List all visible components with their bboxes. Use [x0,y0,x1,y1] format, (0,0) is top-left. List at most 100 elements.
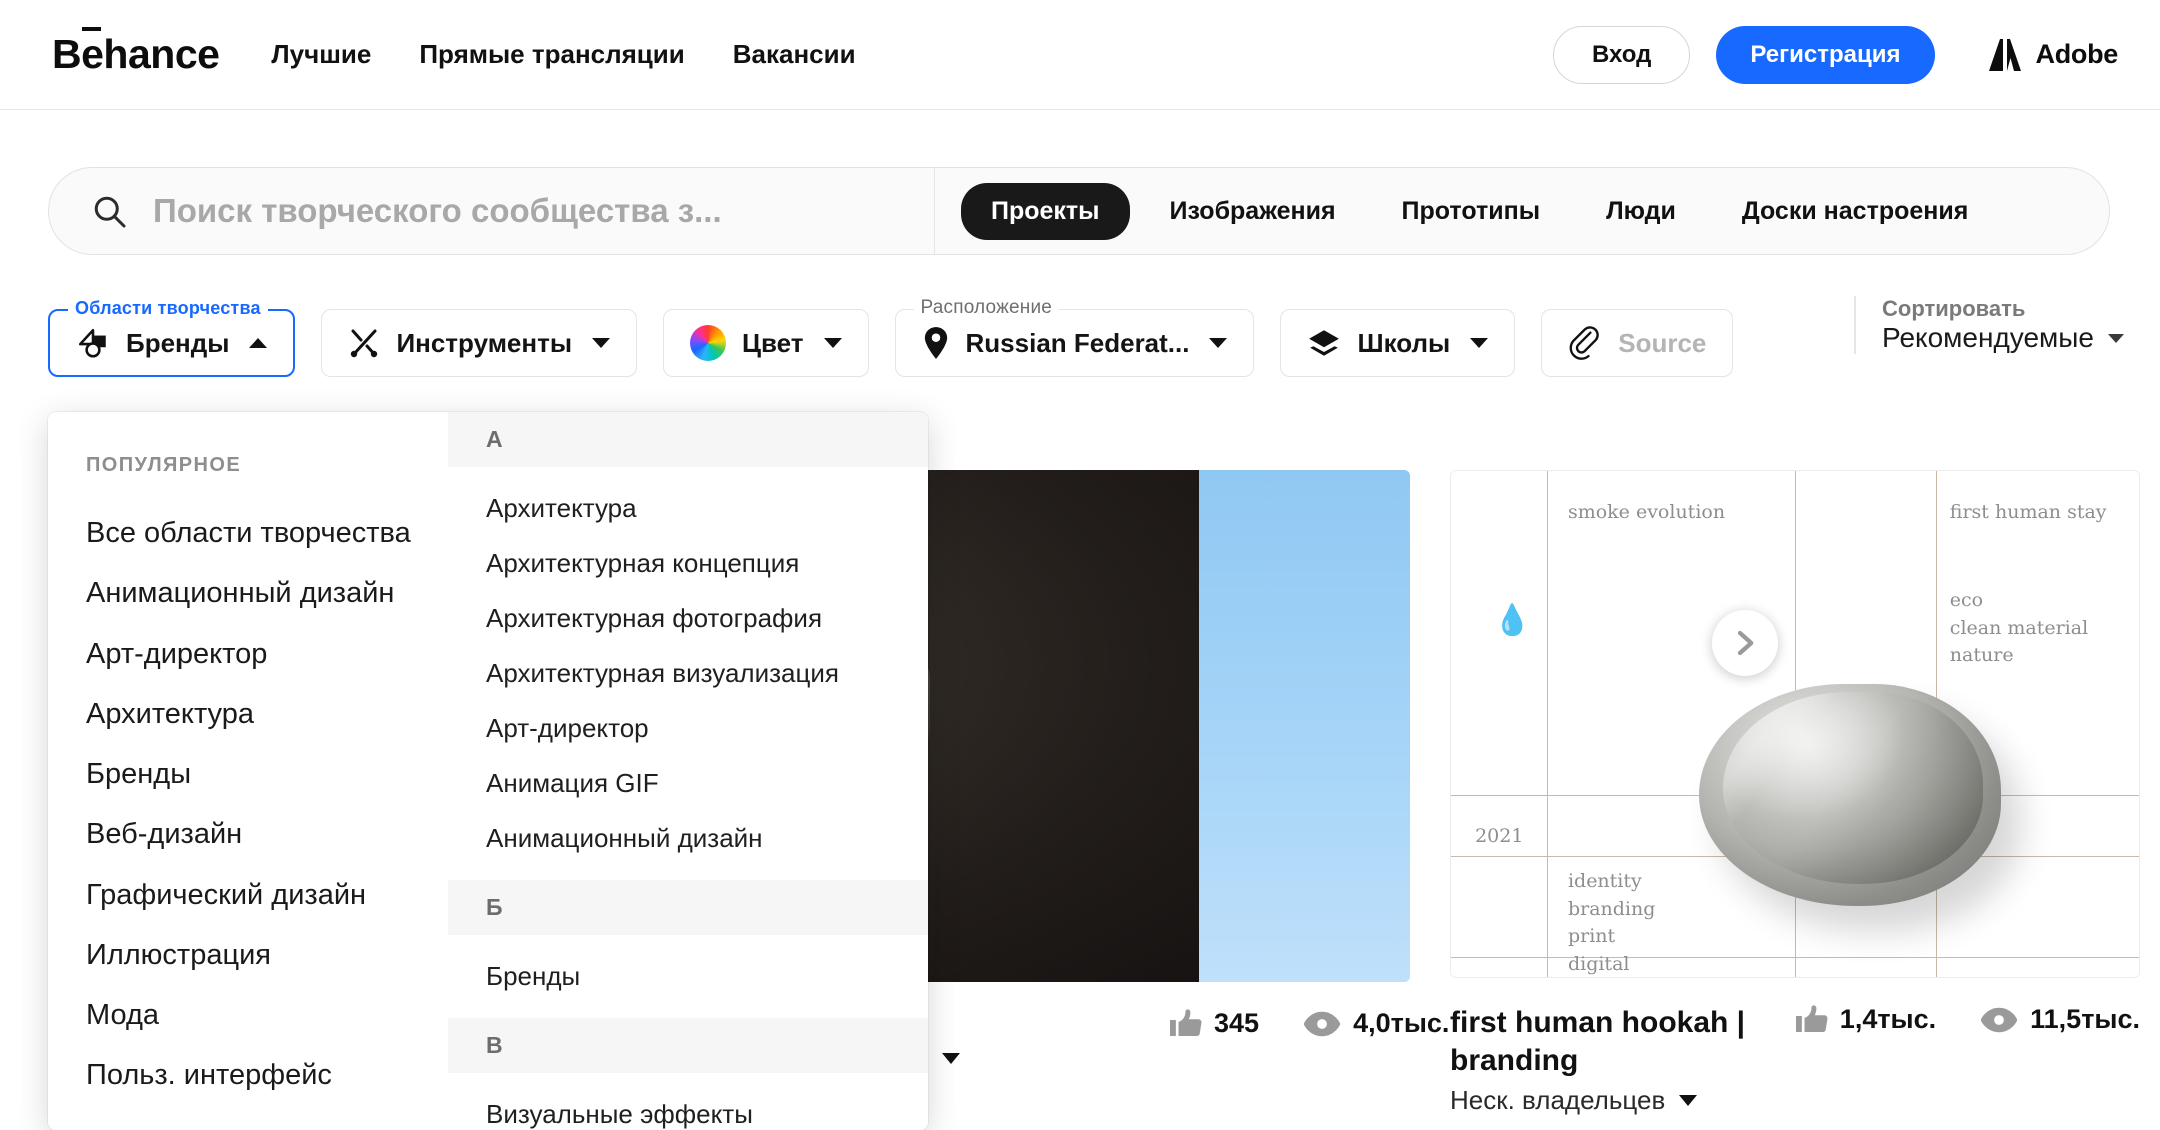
dropdown-item-architecture[interactable]: Архитектура [86,684,448,744]
card-text-block: first human hookah | branding Неск. влад… [1450,978,1796,1116]
top-navigation-bar: Be hance Лучшие Прямые трансляции Ваканси… [0,0,2160,110]
logo-text-e: e [81,27,104,77]
search-bar: Поиск творческого сообщества з... Проект… [48,167,2110,255]
chevron-down-icon [1679,1094,1698,1106]
tab-moodboards[interactable]: Доски настроения [1716,183,1994,240]
project-title[interactable]: first human hookah | branding [1450,1004,1776,1081]
creative-fields-dropdown: ПОПУЛЯРНОЕ Все области творчества Анимац… [48,412,928,1130]
filter-location-label: Russian Federat... [965,327,1190,358]
views-count: 11,5тыс. [2030,1004,2140,1034]
filter-source[interactable]: Source [1541,309,1734,377]
dropdown-item-graphic-design[interactable]: Графический дизайн [86,865,448,925]
filter-tools[interactable]: Инструменты [321,309,638,377]
filter-source-label: Source [1618,327,1707,358]
dropdown-sub-motion-design[interactable]: Анимационный дизайн [448,811,928,866]
dropdown-sub-vfx[interactable]: Визуальные эффекты [448,1087,928,1130]
search-input-zone[interactable]: Поиск творческого сообщества з... [49,168,935,254]
signup-button[interactable]: Регистрация [1716,25,1935,84]
project-owner-name: Неск. владельцев [1450,1084,1666,1115]
dropdown-item-ui[interactable]: Польз. интерфейс [86,1045,448,1105]
tab-projects[interactable]: Проекты [961,182,1130,240]
filters-next-button[interactable] [1712,610,1778,676]
grid-line [1451,956,2139,958]
dropdown-item-motion-design[interactable]: Анимационный дизайн [86,563,448,623]
likes-count: 345 [1214,1008,1260,1038]
eye-icon [1303,1011,1341,1036]
search-icon [94,196,126,228]
nav-link-best[interactable]: Лучшие [271,39,371,70]
filter-creative-fields-label: Бренды [126,327,230,358]
views-metric: 11,5тыс. [1980,1004,2140,1035]
tab-prototypes[interactable]: Прототипы [1376,183,1567,240]
creative-fields-icon [78,328,106,358]
artwork-label-eco: eco clean material nature [1949,589,2089,667]
dropdown-sub-gif-animation[interactable]: Анимация GIF [448,756,928,811]
project-stats: 345 4,0тыс. [1170,1008,1449,1039]
chevron-down-icon [823,338,842,348]
filter-color[interactable]: Цвет [663,309,869,377]
views-count: 4,0тыс. [1353,1008,1450,1038]
tab-people[interactable]: Люди [1580,183,1702,240]
behance-logo[interactable]: Be hance [52,27,220,78]
artwork-label-smoke-evolution: smoke evolution [1567,500,1726,523]
dropdown-sub-architectural-photography[interactable]: Архитектурная фотография [448,591,928,646]
likes-metric: 1,4тыс. [1795,1004,1936,1035]
chevron-down-icon [942,1053,961,1064]
dropdown-item-branding[interactable]: Бренды [86,744,448,804]
search-input[interactable]: Поиск творческого сообщества з... [153,192,722,230]
nav-link-livestreams[interactable]: Прямые трансляции [419,39,684,70]
tools-icon [351,329,378,358]
color-wheel-icon [690,325,727,361]
primary-nav-links: Лучшие Прямые трансляции Вакансии [271,39,855,70]
chevron-down-icon [592,338,611,348]
project-owner[interactable]: Неск. владельцев [1450,1085,1776,1116]
dropdown-sub-architectural-concept[interactable]: Архитектурная концепция [448,536,928,591]
project-thumbnail[interactable]: 💧 smoke evolution first human stay eco c… [1450,470,2140,978]
logo-text-rest: hance [103,31,220,77]
dropdown-sub-architecture[interactable]: Архитектура [448,481,928,536]
artwork-rock-grid: 💧 smoke evolution first human stay eco c… [1451,471,2139,977]
artwork-label-year: 2021 [1475,824,1524,847]
dropdown-item-illustration[interactable]: Иллюстрация [86,925,448,985]
dropdown-item-art-direction[interactable]: Арт-директор [86,624,448,684]
account-actions: Вход Регистрация Adobe [1553,25,2118,84]
dropdown-sub-architectural-visualization[interactable]: Архитектурная визуализация [448,646,928,701]
project-stats: 1,4тыс. 11,5тыс. [1795,1004,2140,1035]
artwork-label-disciplines: identity branding print digital [1567,870,1656,975]
dropdown-popular-column: ПОПУЛЯРНОЕ Все области творчества Анимац… [48,412,448,1130]
artwork-label-first-human-stay: first human stay [1949,500,2107,523]
filter-bar: Области творчества Бренды Инструменты Цв… [0,288,2160,676]
adobe-branding[interactable]: Adobe [1987,38,2118,72]
dropdown-letter-a: А [448,412,928,467]
filter-creative-fields[interactable]: Области творчества Бренды [48,298,296,377]
filter-schools[interactable]: Школы [1280,309,1516,377]
grid-line [1547,471,1549,977]
project-owner[interactable]: ев [900,1043,1410,1074]
filter-creative-fields-legend: Области творчества [68,298,268,319]
tab-images[interactable]: Изображения [1144,183,1362,240]
login-button[interactable]: Вход [1553,25,1691,84]
filter-schools-label: Школы [1357,327,1451,358]
nav-link-jobs[interactable]: Вакансии [733,39,856,70]
dropdown-item-fashion[interactable]: Мода [86,985,448,1045]
dropdown-item-all-fields[interactable]: Все области творчества [86,503,448,563]
behance-search-page: Be hance Лучшие Прямые трансляции Ваканси… [0,0,2160,1130]
dropdown-item-web-design[interactable]: Веб-дизайн [86,804,448,864]
dropdown-sub-branding[interactable]: Бренды [448,949,928,1004]
location-pin-icon [924,327,947,359]
dropdown-sub-art-direction[interactable]: Арт-директор [448,701,928,756]
chevron-down-icon [1209,338,1228,348]
filter-location[interactable]: Расположение Russian Federat... [894,297,1255,377]
likes-metric: 345 [1170,1008,1259,1039]
search-row: Поиск творческого сообщества з... Проект… [0,110,2160,255]
search-type-tabs: Проекты Изображения Прототипы Люди Доски… [935,182,1994,240]
chevron-down-icon [1470,338,1489,348]
project-card[interactable]: 💧 smoke evolution first human stay eco c… [1450,470,2140,1116]
card-footer: first human hookah | branding Неск. влад… [1450,978,2140,1116]
filter-color-label: Цвет [742,327,804,358]
